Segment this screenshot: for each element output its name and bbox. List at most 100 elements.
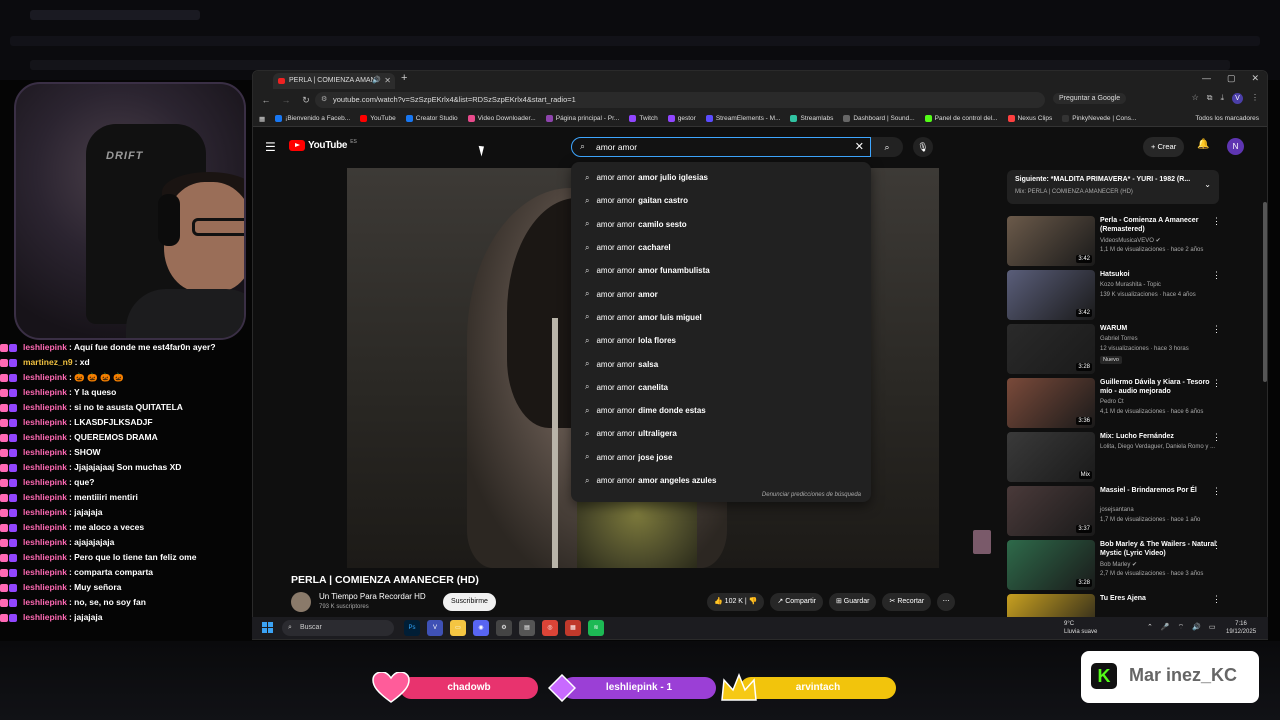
bookmark-item[interactable]: PinkyNevede | Cons... — [1062, 115, 1136, 122]
recommended-title[interactable]: Bob Marley & The Wailers - Natural Mysti… — [1100, 540, 1220, 558]
reload-icon[interactable]: ↻ — [299, 95, 313, 106]
url-field[interactable]: ⚙ youtube.com/watch?v=SzSzpEKrlx4&list=R… — [315, 92, 1045, 108]
site-info-icon[interactable]: ⚙ — [321, 92, 327, 108]
bookmark-star-icon[interactable]: ☆ — [1192, 93, 1199, 104]
chevron-up-icon[interactable]: ⌃ — [1147, 623, 1153, 632]
more-options-icon[interactable]: ⋮ — [1212, 432, 1221, 443]
search-suggestion[interactable]: ⌕ amor amor amor funambulista — [571, 259, 871, 282]
recommended-channel[interactable]: Lolita, Diego Verdaguer, Daniela Romo y … — [1100, 444, 1215, 450]
photoshop-icon[interactable]: Ps — [404, 620, 420, 636]
weather-widget[interactable]: 9°C Lluvia suave — [1064, 620, 1097, 636]
page-scrollbar[interactable] — [1263, 202, 1267, 382]
video-thumbnail[interactable]: 3:36 — [1007, 378, 1095, 428]
search-suggestion[interactable]: ⌕ amor amor ultraligera — [571, 422, 871, 445]
new-tab-button[interactable]: + — [401, 72, 407, 84]
search-suggestion[interactable]: ⌕ amor amor lola flores — [571, 329, 871, 352]
recommended-title[interactable]: Massiel - Brindaremos Por Él — [1100, 486, 1220, 495]
more-actions-button[interactable]: ⋯ — [937, 593, 956, 611]
report-predictions-link[interactable]: Denunciar predicciones de búsqueda — [762, 492, 861, 498]
speaker-icon[interactable]: 🔊 — [372, 73, 381, 89]
chat-username[interactable]: leshliepink — [23, 430, 67, 445]
battery-icon[interactable]: ▭ — [1209, 623, 1216, 632]
playlist-next-panel[interactable]: Siguiente: *MALDITA PRIMAVERA* - YURI - … — [1007, 170, 1219, 204]
notifications-icon[interactable]: 🔔 — [1197, 139, 1209, 150]
bookmark-item[interactable]: YouTube — [360, 115, 396, 122]
bookmark-item[interactable]: gestor — [667, 115, 696, 122]
extensions-icon[interactable]: ⧉ — [1207, 93, 1213, 104]
recommended-channel[interactable]: josejsantana — [1100, 507, 1134, 513]
more-options-icon[interactable]: ⋮ — [1212, 540, 1221, 551]
share-button[interactable]: ↗ Compartir — [770, 593, 823, 611]
recommended-channel[interactable]: Pedro Ct — [1100, 399, 1124, 405]
chrome-icon[interactable]: ◎ — [542, 620, 558, 636]
mini-thumbnail[interactable] — [973, 530, 991, 554]
taskbar-search[interactable]: ⌕ Buscar — [282, 620, 394, 636]
clear-search-icon[interactable]: ✕ — [855, 140, 864, 153]
tab-youtube[interactable]: PERLA | COMIENZA AMAN 🔊 ✕ — [273, 73, 395, 89]
bookmark-item[interactable]: Dashboard | Sound... — [843, 115, 915, 122]
chat-username[interactable]: leshliepink — [23, 445, 67, 460]
recommended-video[interactable]: 3:28 Bob Marley & The Wailers - Natural M… — [1007, 540, 1247, 594]
calculator-icon[interactable]: ▦ — [565, 620, 581, 636]
search-suggestion[interactable]: ⌕ amor amor dime donde estas — [571, 399, 871, 422]
search-suggestion[interactable]: ⌕ amor amor amor julio iglesias — [571, 166, 871, 189]
more-options-icon[interactable]: ⋮ — [1212, 486, 1221, 497]
volume-icon[interactable]: 🔊 — [1192, 623, 1201, 632]
search-suggestion[interactable]: ⌕ amor amor jose jose — [571, 446, 871, 469]
chat-username[interactable]: leshliepink — [23, 610, 67, 625]
app-v-icon[interactable]: V — [427, 620, 443, 636]
chat-username[interactable]: leshliepink — [23, 550, 67, 565]
app-icon[interactable]: ▤ — [519, 620, 535, 636]
search-suggestion[interactable]: ⌕ amor amor camilo sesto — [571, 213, 871, 236]
chevron-down-icon[interactable]: ⌄ — [1204, 180, 1211, 189]
search-suggestion[interactable]: ⌕ amor amor amor — [571, 282, 871, 305]
bookmark-item[interactable]: StreamElements - M... — [705, 115, 780, 122]
search-suggestion[interactable]: ⌕ amor amor cacharel — [571, 236, 871, 259]
chat-username[interactable]: leshliepink — [23, 370, 67, 385]
apps-icon[interactable]: ▦ — [259, 115, 265, 123]
chat-username[interactable]: leshliepink — [23, 520, 67, 535]
chat-username[interactable]: leshliepink — [23, 400, 67, 415]
windows-start-icon[interactable] — [262, 622, 273, 633]
channel-name[interactable]: Un Tiempo Para Recordar HD — [319, 592, 426, 601]
spotify-icon[interactable]: ≋ — [588, 620, 604, 636]
chat-username[interactable]: leshliepink — [23, 475, 67, 490]
all-bookmarks-button[interactable]: Todos los marcadores — [1195, 115, 1259, 122]
chat-username[interactable]: leshliepink — [23, 415, 67, 430]
recommended-video[interactable]: 3:28 WARUM Gabriel Torres 12 visualizacione… — [1007, 324, 1247, 378]
more-options-icon[interactable]: ⋮ — [1212, 378, 1221, 389]
chat-username[interactable]: leshliepink — [23, 580, 67, 595]
chat-username[interactable]: martinez_n9 — [23, 355, 73, 370]
recommended-title[interactable]: WARUM — [1100, 324, 1220, 333]
recommended-video[interactable]: 3:42 Perla - Comienza A Amanecer (Remaste… — [1007, 216, 1247, 270]
voice-search-icon[interactable]: 🎙 — [913, 137, 933, 157]
recommended-title[interactable]: Mix: Lucho Fernández — [1100, 432, 1220, 441]
thumbs-down-icon[interactable]: 👎 — [749, 598, 758, 605]
recommended-video[interactable]: 3:37 Massiel - Brindaremos Por Él josejsan… — [1007, 486, 1247, 540]
wifi-icon[interactable]: ⌔ — [1178, 623, 1185, 632]
bookmark-item[interactable]: ¡Bienvenido a Faceb... — [275, 115, 350, 122]
youtube-logo[interactable]: YouTube ES — [289, 139, 357, 151]
settings-icon[interactable]: ⚙ — [496, 620, 512, 636]
close-tab-icon[interactable]: ✕ — [384, 73, 391, 89]
search-suggestion[interactable]: ⌕ amor amor canelita — [571, 376, 871, 399]
close-window-icon[interactable]: ✕ — [1251, 73, 1259, 84]
back-icon[interactable]: ← — [259, 95, 273, 105]
recommended-channel[interactable]: VideosMusicaVEVO ✔ — [1100, 237, 1161, 244]
recommended-channel[interactable]: Bob Marley ✔ — [1100, 561, 1137, 568]
recommended-title[interactable]: Hatsukoi — [1100, 270, 1220, 279]
recommended-video[interactable]: 3:36 Guillermo Dávila y Kiara - Tesoro mí… — [1007, 378, 1247, 432]
channel-avatar[interactable] — [291, 592, 311, 612]
microphone-icon[interactable]: 🎤 — [1161, 623, 1170, 632]
search-suggestion[interactable]: ⌕ amor amor salsa — [571, 352, 871, 375]
chat-username[interactable]: leshliepink — [23, 595, 67, 610]
browser-menu-icon[interactable]: ⋮ — [1251, 93, 1259, 104]
chat-username[interactable]: leshliepink — [23, 340, 67, 355]
more-options-icon[interactable]: ⋮ — [1212, 270, 1221, 281]
discord-icon[interactable]: ◉ — [473, 620, 489, 636]
more-options-icon[interactable]: ⋮ — [1212, 324, 1221, 335]
more-options-icon[interactable]: ⋮ — [1212, 594, 1221, 605]
search-input[interactable]: ⌕ amor amor ✕ — [571, 137, 871, 157]
like-button[interactable]: 👍 102 K | 👎 — [707, 593, 765, 611]
file-explorer-icon[interactable]: ▭ — [450, 620, 466, 636]
